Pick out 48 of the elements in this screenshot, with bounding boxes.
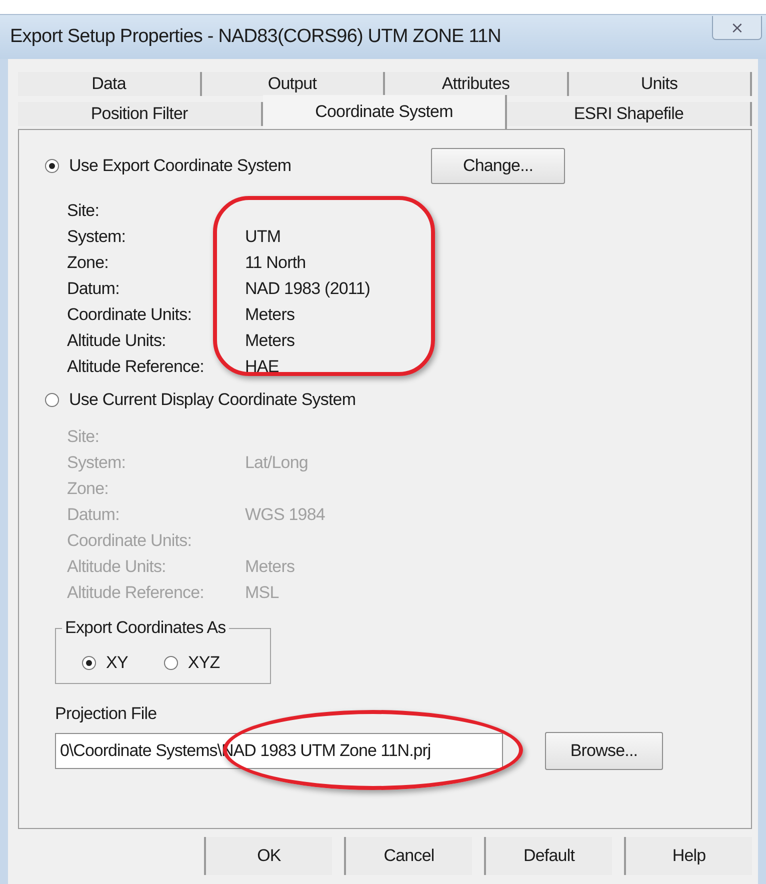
field-value: Lat/Long [245, 453, 309, 473]
tab[interactable]: Output [202, 72, 385, 96]
group-title: Export Coordinates As [64, 618, 227, 638]
option-label: Use Export Coordinate System [69, 156, 292, 176]
field-label: Coordinate Units: [67, 305, 193, 325]
field-value: UTM [245, 227, 282, 247]
browse-button[interactable]: Browse... [545, 732, 663, 770]
field-label: Altitude Units: [67, 331, 167, 351]
field-value: MSL [245, 583, 280, 603]
field-value: Meters [245, 557, 296, 577]
field-value: Meters [245, 331, 296, 351]
field-label: Zone: [67, 253, 110, 273]
field-label: Altitude Reference: [67, 357, 205, 377]
field-label: Altitude Units: [67, 557, 167, 577]
dialog-button[interactable]: OK [204, 837, 332, 875]
field-label: Datum: [67, 505, 120, 525]
field-label: Coordinate Units: [67, 531, 193, 551]
field-value: 11 North [245, 253, 307, 273]
tab[interactable]: Attributes [385, 72, 568, 96]
field-value: WGS 1984 [245, 505, 326, 525]
field-label: System: [67, 453, 127, 473]
field-label: Site: [67, 427, 100, 447]
field-label: System: [67, 227, 127, 247]
field-value: NAD 1983 (2011) [245, 279, 372, 299]
radio-button[interactable] [45, 159, 59, 173]
close-button[interactable]: ⨯ [712, 16, 762, 40]
option-label: Use Current Display Coordinate System [69, 390, 356, 410]
tab[interactable]: Position Filter [18, 102, 263, 126]
field-label: Datum: [67, 279, 120, 299]
change-button[interactable]: Change... [431, 148, 565, 184]
dialog-button[interactable]: Default [484, 837, 612, 875]
window-title: Export Setup Properties - NAD83(CORS96) UTM ZONE 11N [10, 26, 501, 48]
tab[interactable]: Units [568, 72, 752, 96]
option-label: XY [106, 652, 128, 672]
field-label: Zone: [67, 479, 110, 499]
radio-button[interactable] [82, 656, 96, 670]
dialog-button[interactable]: Help [624, 837, 752, 875]
field-value: HAE [245, 357, 280, 377]
tab[interactable]: Data [18, 72, 202, 96]
dialog-button[interactable]: Cancel [344, 837, 472, 875]
radio-button[interactable] [164, 656, 178, 670]
field-label: Site: [67, 201, 100, 221]
field-label: Altitude Reference: [67, 583, 205, 603]
field-value: Meters [245, 305, 296, 325]
projection-file-label: Projection File [55, 704, 158, 724]
tab[interactable]: Coordinate System [262, 95, 508, 129]
tab[interactable]: ESRI Shapefile [507, 102, 752, 126]
option-label: XYZ [188, 652, 220, 672]
